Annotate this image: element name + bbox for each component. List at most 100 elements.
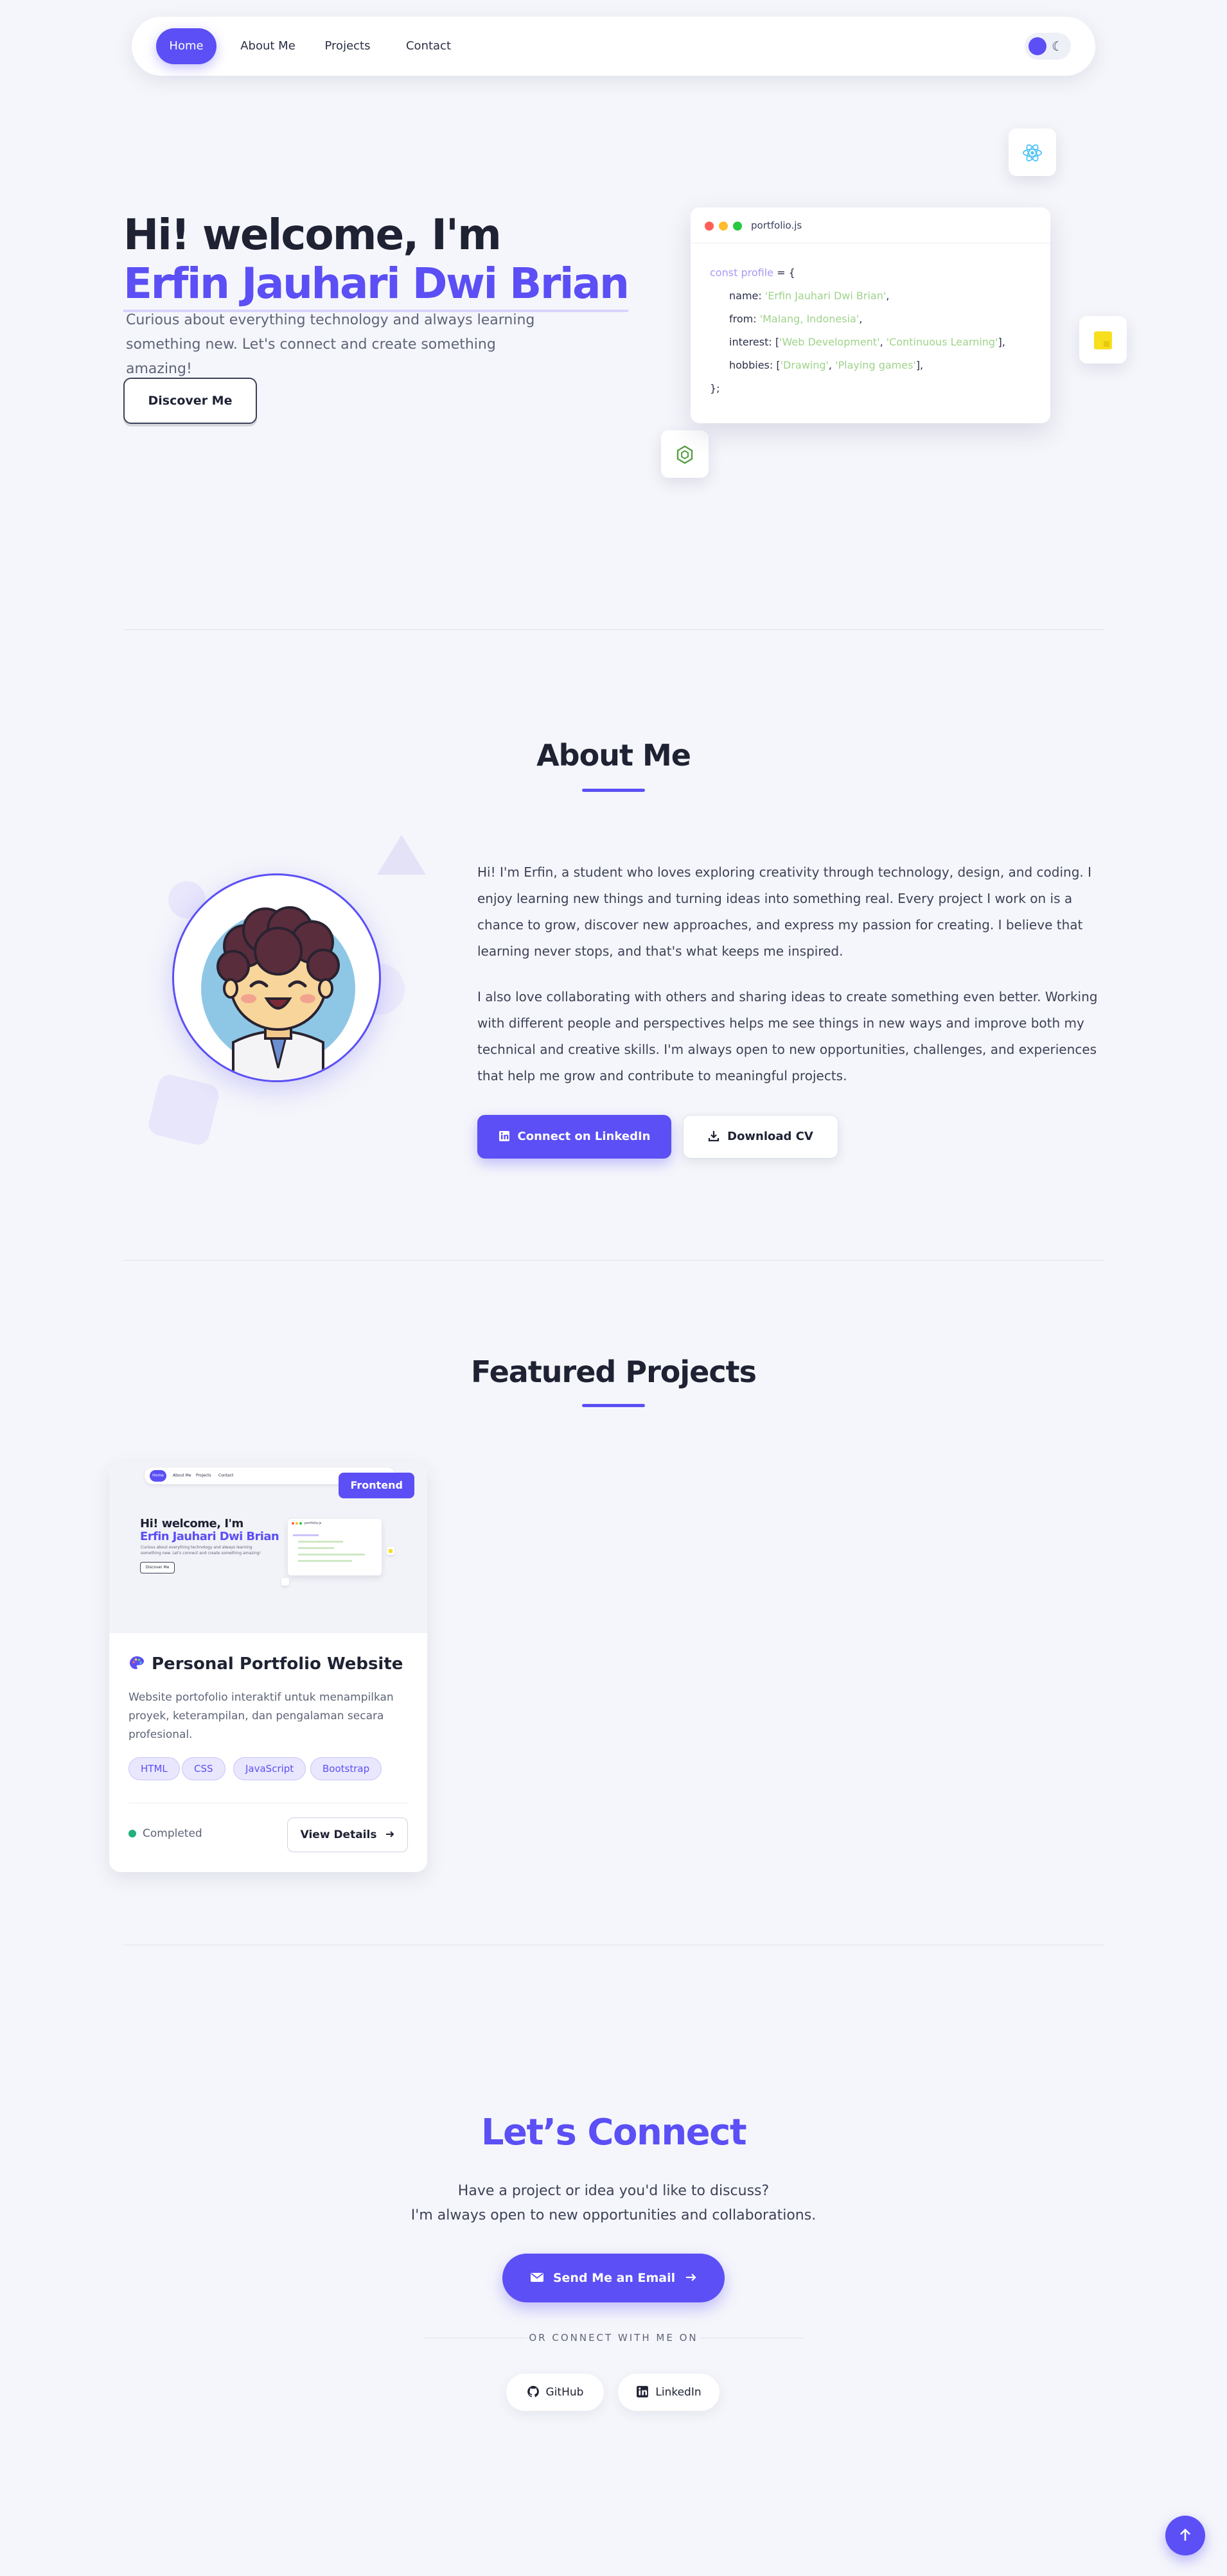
- linkedin-button[interactable]: LinkedIn: [618, 2374, 719, 2411]
- scroll-to-top-button[interactable]: [1165, 2516, 1205, 2555]
- code-line-decl: const profile = {: [710, 261, 1031, 285]
- send-email-button[interactable]: Send Me an Email: [502, 2254, 725, 2302]
- code-line-name: name: 'Erfin Jauhari Dwi Brian',: [710, 285, 1031, 308]
- about-paragraph-1: Hi! I'm Erfin, a student who loves explo…: [477, 864, 1091, 959]
- github-label: GitHub: [545, 2386, 584, 2399]
- thumb-dot-yellow: [296, 1522, 298, 1525]
- navbar: Home About Me Projects Contact ☾: [132, 17, 1095, 76]
- thumb-desc-line2: something new. Let's connect and create …: [141, 1551, 261, 1555]
- code-key: from:: [729, 313, 760, 325]
- project-title: Personal Portfolio Website: [128, 1651, 403, 1677]
- thumb-code-line: [298, 1541, 343, 1543]
- react-icon: [1009, 128, 1056, 176]
- thumb-nav-projects: Projects: [196, 1473, 211, 1478]
- or-connect-text: OR CONNECT WITH ME ON: [529, 2332, 698, 2344]
- square-shape: [146, 1072, 222, 1148]
- hero-description: Curious about everything technology and …: [126, 308, 563, 381]
- thumb-greeting: Hi! welcome, I'm: [140, 1517, 243, 1530]
- view-details-label: View Details: [300, 1828, 377, 1841]
- connect-line-2: I'm always open to new opportunities and…: [410, 2207, 817, 2223]
- arrow-right-icon: [675, 2271, 697, 2285]
- connect-linkedin-label: Connect on LinkedIn: [517, 1130, 651, 1143]
- triangle-shape: [377, 835, 426, 875]
- code-comma: ,: [886, 290, 890, 302]
- nav-about[interactable]: About Me: [236, 28, 300, 64]
- about-title-underline: [582, 789, 645, 792]
- code-string: 'Playing games': [835, 359, 916, 371]
- tag-chip: CSS: [182, 1757, 225, 1780]
- palette-icon: [128, 1654, 152, 1674]
- github-icon: [527, 2385, 546, 2399]
- thumb-dot-green: [299, 1522, 302, 1525]
- arrow-up-icon: [1179, 2528, 1192, 2541]
- thumb-code-line: [293, 1534, 319, 1536]
- project-card[interactable]: Home About Me Projects Contact Hi! welco…: [109, 1462, 427, 1872]
- thumb-cta: Discover Me: [140, 1562, 175, 1573]
- theme-toggle[interactable]: ☾: [1025, 33, 1071, 60]
- thumb-dot-red: [292, 1522, 294, 1525]
- code-body: const profile = { name: 'Erfin Jauhari D…: [691, 243, 1050, 418]
- window-maximize-dot: [733, 222, 742, 231]
- code-string: 'Continuous Learning': [886, 336, 998, 348]
- nav-home[interactable]: Home: [156, 28, 216, 64]
- code-string: 'Erfin Jauhari Dwi Brian': [764, 290, 887, 302]
- project-status-text: Completed: [143, 1827, 202, 1840]
- thumb-desc: Curious about everything technology and …: [141, 1545, 261, 1556]
- code-open: = {: [773, 267, 795, 279]
- github-button[interactable]: GitHub: [506, 2374, 604, 2411]
- thumb-code-window: portfolio.js: [288, 1519, 382, 1575]
- linkedin-label: LinkedIn: [655, 2386, 702, 2399]
- code-line-close: };: [710, 382, 720, 394]
- thumb-code-line: [298, 1547, 334, 1549]
- window-close-dot: [705, 222, 714, 231]
- tag-chip: HTML: [128, 1757, 180, 1780]
- project-category-badge: Frontend: [339, 1473, 414, 1498]
- code-var-name: profile: [741, 267, 773, 279]
- project-title-text: Personal Portfolio Website: [152, 1654, 403, 1674]
- download-cv-button[interactable]: Download CV: [683, 1115, 838, 1159]
- code-comma: ,: [859, 313, 863, 325]
- code-keyword: const: [710, 267, 738, 279]
- download-icon: [708, 1130, 727, 1143]
- code-window: portfolio.js const profile = { name: 'Er…: [691, 207, 1050, 423]
- about-paragraph-2: I also love collaborating with others an…: [477, 989, 1098, 1083]
- code-line-interest: interest: ['Web Development', 'Continuou…: [710, 331, 1031, 354]
- thumb-desc-line1: Curious about everything technology and …: [141, 1545, 252, 1550]
- node-icon: [661, 430, 709, 478]
- moon-icon: ☾: [1052, 39, 1063, 54]
- thumb-node-icon: [281, 1578, 289, 1586]
- discover-me-button[interactable]: Discover Me: [123, 378, 257, 424]
- project-description: Website portofolio interaktif untuk mena…: [128, 1691, 394, 1741]
- thumb-name: Erfin Jauhari Dwi Brian: [140, 1530, 279, 1543]
- hero-greeting: Hi! welcome, I'm: [123, 210, 502, 259]
- connect-linkedin-button[interactable]: Connect on LinkedIn: [477, 1115, 671, 1159]
- section-divider: [123, 1260, 1104, 1261]
- thumb-filename: portfolio.js: [305, 1521, 322, 1525]
- nav-projects[interactable]: Projects: [320, 28, 375, 64]
- code-sep: ,: [879, 336, 887, 348]
- thumb-nav-about: About Me: [173, 1473, 191, 1478]
- status-dot: [128, 1830, 136, 1837]
- send-email-label: Send Me an Email: [552, 2271, 676, 2285]
- project-status: Completed: [128, 1825, 202, 1842]
- code-key: interest: [: [729, 336, 780, 348]
- window-minimize-dot: [719, 222, 728, 231]
- thumb-nav-contact: Contact: [218, 1473, 234, 1478]
- code-string: 'Malang, Indonesia': [759, 313, 860, 325]
- envelope-icon: [530, 2271, 553, 2285]
- thumb-code-line: [298, 1554, 365, 1555]
- hero-description-line2: something new. Let's connect and create …: [126, 337, 496, 377]
- code-close-bracket: ],: [915, 359, 924, 371]
- thumb-js-icon: [387, 1547, 394, 1555]
- about-title: About Me: [536, 738, 691, 773]
- view-details-button[interactable]: View Details: [287, 1818, 408, 1852]
- code-line-from: from: 'Malang, Indonesia',: [710, 308, 1031, 331]
- code-close-bracket: ],: [998, 336, 1005, 348]
- connect-title: Let’s Connect: [481, 2112, 747, 2153]
- code-key: name:: [729, 290, 765, 302]
- linkedin-icon: [636, 2385, 655, 2399]
- avatar: [172, 873, 381, 1082]
- code-filename: portfolio.js: [751, 220, 802, 231]
- code-sep: ,: [828, 359, 836, 371]
- nav-contact[interactable]: Contact: [402, 28, 455, 64]
